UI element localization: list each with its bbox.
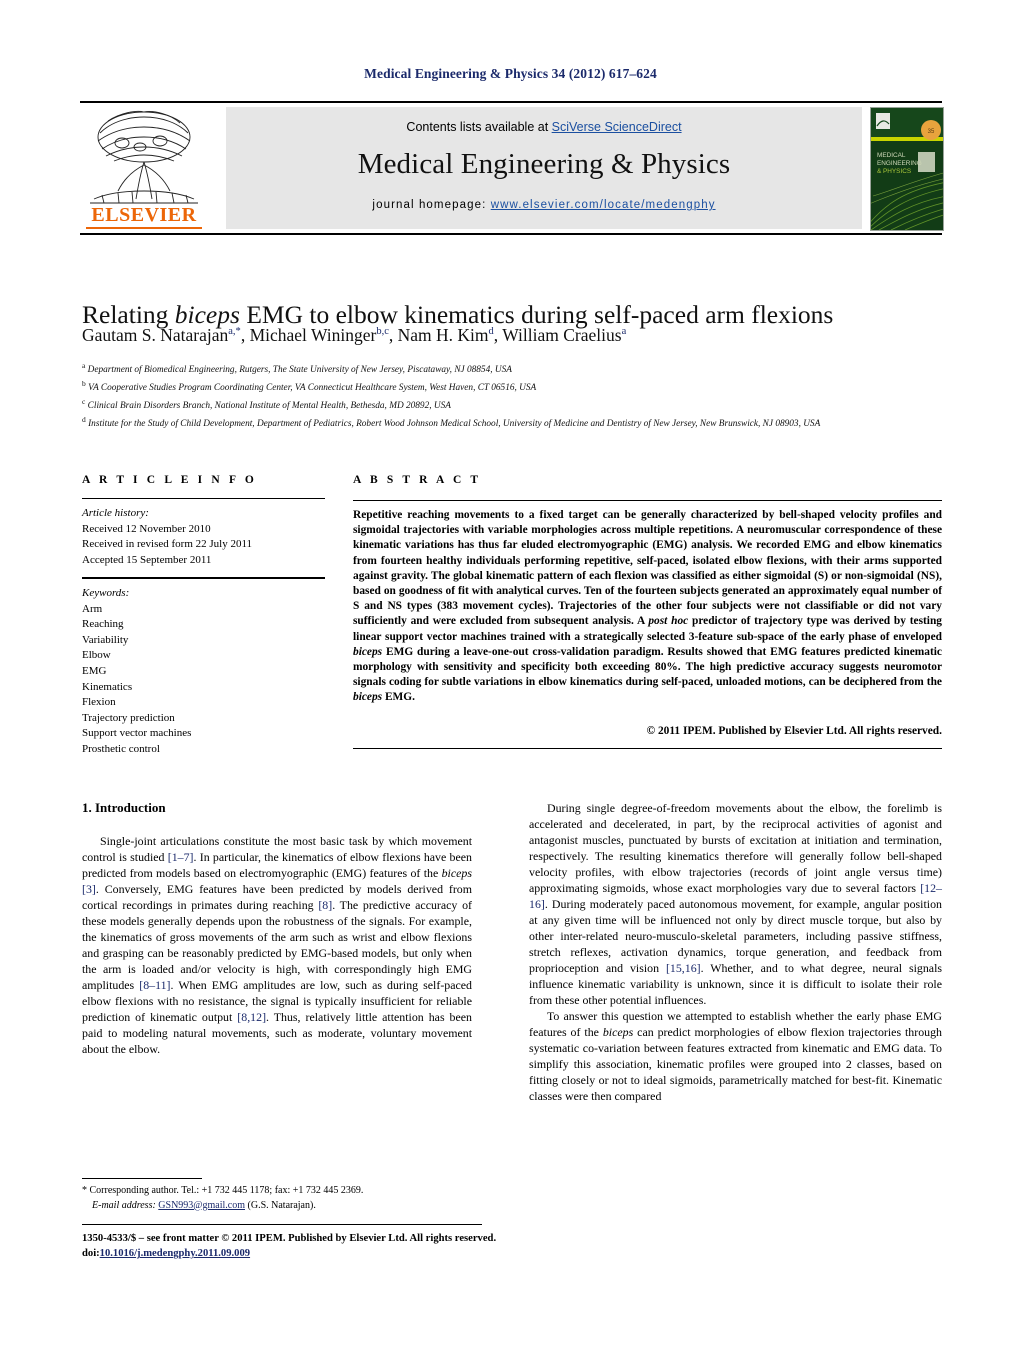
elsevier-wordmark: ELSEVIER <box>91 204 197 226</box>
affiliation-text: Clinical Brain Disorders Branch, Nationa… <box>87 401 451 412</box>
keyword-item: Arm <box>82 602 103 615</box>
contents-prefix: Contents lists available at <box>406 120 552 134</box>
affiliation-list: a Department of Biomedical Engineering, … <box>82 360 942 433</box>
issn-line: 1350-4533/$ – see front matter © 2011 IP… <box>82 1233 497 1244</box>
doi-line: doi:10.1016/j.medengphy.2011.09.009 <box>82 1246 682 1261</box>
keyword-item: Kinematics <box>82 680 133 693</box>
svg-text:35: 35 <box>928 129 935 135</box>
paragraph: To answer this question we attempted to … <box>529 1009 942 1103</box>
email-label: E-mail address: <box>92 1199 156 1211</box>
svg-text:MEDICAL: MEDICAL <box>877 152 906 159</box>
keyword-item: Variability <box>82 633 129 646</box>
corresponding-author-line: * Corresponding author. Tel.: +1 732 445… <box>82 1185 364 1196</box>
corresponding-author-footnote: * Corresponding author. Tel.: +1 732 445… <box>82 1184 482 1213</box>
author-affil-marker: b,c <box>376 326 389 338</box>
keywords-block: Keywords: Arm Reaching Variability Elbow… <box>82 586 325 758</box>
page-footer-rule <box>82 1224 482 1225</box>
affiliation-text: VA Cooperative Studies Program Coordinat… <box>88 383 537 394</box>
svg-text:& PHYSICS: & PHYSICS <box>877 168 911 175</box>
keyword-item: Flexion <box>82 696 116 709</box>
affiliation-marker: b <box>82 379 86 389</box>
author-affil-marker: a <box>621 326 627 338</box>
article-info-heading: A R T I C L E I N F O <box>82 474 257 486</box>
journal-homepage-link[interactable]: www.elsevier.com/locate/medengphy <box>491 199 716 211</box>
contents-lists-line: Contents lists available at SciVerse Sci… <box>226 120 862 134</box>
sciencedirect-link[interactable]: SciVerse ScienceDirect <box>552 120 682 134</box>
affiliation-item: d Institute for the Study of Child Devel… <box>82 414 942 432</box>
banner-bottom-rule <box>80 233 942 235</box>
body-column-right: During single degree-of-freedom movement… <box>529 800 942 1104</box>
affiliation-item: b VA Cooperative Studies Program Coordin… <box>82 378 942 396</box>
keywords-rule <box>82 577 325 579</box>
author-affil-marker: a,* <box>228 326 241 338</box>
doi-link[interactable]: 10.1016/j.medengphy.2011.09.009 <box>100 1248 250 1259</box>
abstract-copyright: © 2011 IPEM. Published by Elsevier Ltd. … <box>646 725 942 737</box>
history-item: Accepted 15 September 2011 <box>82 553 212 566</box>
banner-center: Contents lists available at SciVerse Sci… <box>226 107 862 229</box>
journal-article-page: Medical Engineering & Physics 34 (2012) … <box>0 0 1021 1351</box>
affiliation-text: Institute for the Study of Child Develop… <box>88 419 821 430</box>
svg-text:ENGINEERING: ENGINEERING <box>877 160 922 167</box>
journal-homepage-line: journal homepage: www.elsevier.com/locat… <box>226 199 862 211</box>
abstract-top-rule <box>353 500 942 501</box>
article-history-label: Article history: <box>82 507 149 519</box>
author-name: Michael Wininger <box>249 325 377 345</box>
email-link[interactable]: GSN993@gmail.com <box>158 1200 245 1211</box>
abstract-bottom-rule <box>353 748 942 749</box>
running-head: Medical Engineering & Physics 34 (2012) … <box>364 66 657 81</box>
keywords-label: Keywords: <box>82 587 130 599</box>
homepage-prefix: journal homepage: <box>372 199 491 211</box>
history-item: Received 12 November 2010 <box>82 522 211 535</box>
affiliation-item: a Department of Biomedical Engineering, … <box>82 360 942 378</box>
keyword-item: Trajectory prediction <box>82 711 175 724</box>
affiliation-marker: a <box>82 361 86 370</box>
email-owner: (G.S. Natarajan). <box>247 1199 316 1211</box>
journal-banner: ELSEVIER Contents lists available at Sci… <box>80 107 944 231</box>
keyword-item: Prosthetic control <box>82 743 160 756</box>
affiliation-text: Department of Biomedical Engineering, Ru… <box>87 365 512 376</box>
keyword-item: Reaching <box>82 618 124 631</box>
paragraph: During single degree-of-freedom movement… <box>529 801 942 1007</box>
article-history: Article history: Received 12 November 20… <box>82 506 325 568</box>
affiliation-item: c Clinical Brain Disorders Branch, Natio… <box>82 396 942 414</box>
author-name: Gautam S. Natarajan <box>82 325 229 345</box>
elsevier-tree-icon <box>90 110 198 204</box>
author-name: William Craelius <box>502 325 622 345</box>
elsevier-logo: ELSEVIER <box>80 107 208 229</box>
keyword-item: Support vector machines <box>82 727 192 740</box>
elsevier-underline <box>86 227 202 229</box>
paragraph: Single-joint articulations constitute th… <box>82 834 473 1056</box>
footnote-rule <box>82 1178 202 1179</box>
article-info-rule <box>82 498 325 499</box>
history-item: Received in revised form 22 July 2011 <box>82 538 253 551</box>
email-line: E-mail address: GSN993@gmail.com (G.S. N… <box>82 1199 482 1214</box>
affiliation-marker: d <box>82 415 86 425</box>
abstract-text: Repetitive reaching movements to a fixed… <box>353 509 943 704</box>
abstract-heading: A B S T R A C T <box>353 474 482 486</box>
journal-cover-art: 35 MEDICAL ENGINEERING & PHYSICS <box>871 108 943 230</box>
author-name: Nam H. Kim <box>397 325 489 345</box>
doi-label: doi: <box>82 1248 100 1260</box>
body-column-left: Single-joint articulations constitute th… <box>82 833 472 1057</box>
affiliation-marker: c <box>82 397 86 407</box>
keyword-item: EMG <box>82 665 107 678</box>
journal-cover-thumbnail: 35 MEDICAL ENGINEERING & PHYSICS <box>870 107 944 231</box>
page-footer: 1350-4533/$ – see front matter © 2011 IP… <box>82 1231 682 1262</box>
keyword-item: Elbow <box>82 649 111 662</box>
section-heading-introduction: 1. Introduction <box>82 800 166 815</box>
author-list: Gautam S. Natarajana,*, Michael Wininger… <box>82 325 627 345</box>
author-affil-marker: d <box>488 326 494 338</box>
banner-top-rule <box>80 101 942 103</box>
journal-title: Medical Engineering & Physics <box>357 148 731 180</box>
